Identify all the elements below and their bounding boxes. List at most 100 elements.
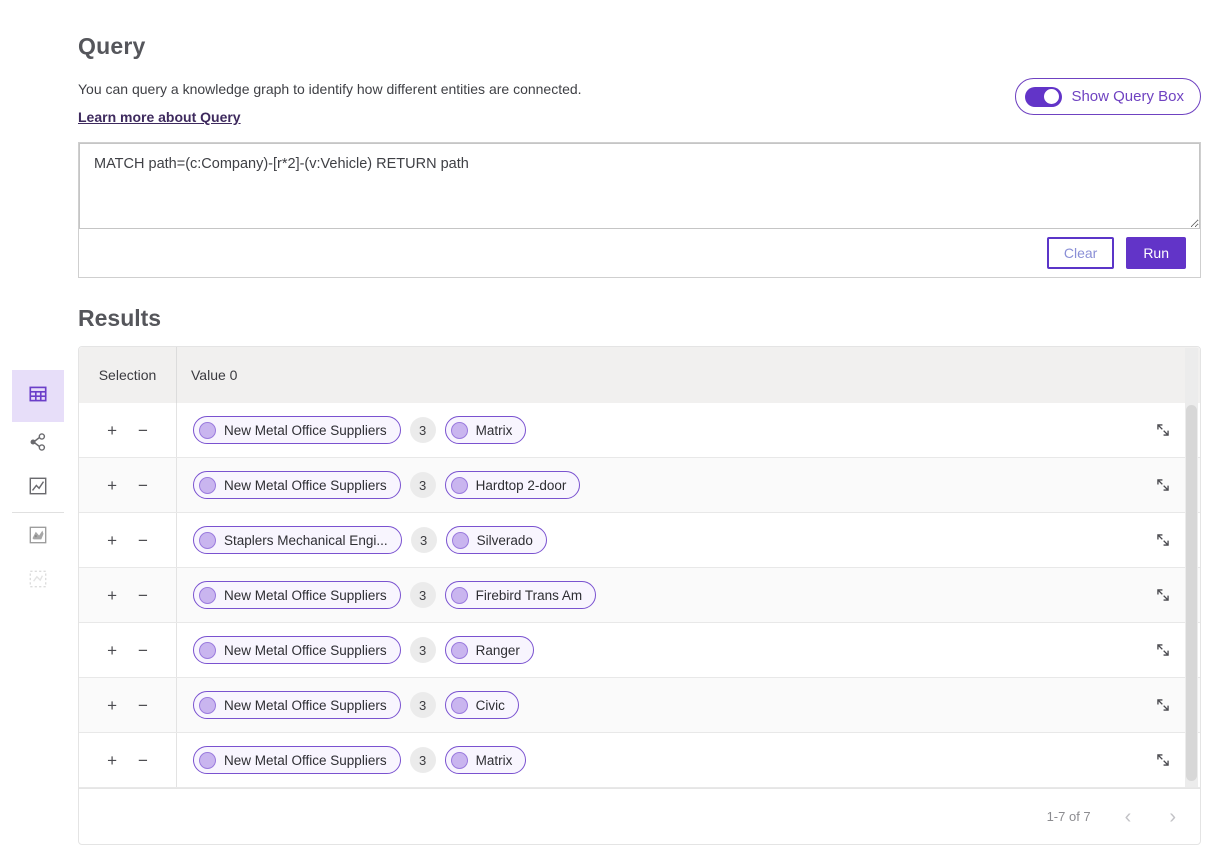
value-cell: New Metal Office Suppliers 3 Hardtop 2-d… bbox=[177, 458, 1200, 512]
node-icon bbox=[451, 697, 468, 714]
selection-cell: + − bbox=[79, 678, 177, 732]
target-entity-label: Ranger bbox=[476, 643, 520, 658]
expand-row-icon[interactable] bbox=[1154, 751, 1172, 769]
node-icon bbox=[451, 587, 468, 604]
results-table-header: Selection Value 0 bbox=[79, 347, 1200, 403]
source-entity-pill[interactable]: New Metal Office Suppliers bbox=[193, 691, 401, 719]
table-row: + − New Metal Office Suppliers 3 Ranger bbox=[79, 623, 1200, 678]
expand-row-icon[interactable] bbox=[1154, 586, 1172, 604]
remove-selection-button[interactable]: − bbox=[138, 422, 148, 439]
add-selection-button[interactable]: + bbox=[107, 642, 117, 659]
node-icon bbox=[451, 642, 468, 659]
target-entity-pill[interactable]: Civic bbox=[445, 691, 519, 719]
relationship-count-badge: 3 bbox=[410, 637, 436, 663]
scrollbar-thumb[interactable] bbox=[1186, 405, 1197, 781]
query-footer: Clear Run bbox=[79, 229, 1200, 277]
value-cell: New Metal Office Suppliers 3 Ranger bbox=[177, 623, 1200, 677]
expand-row-icon[interactable] bbox=[1154, 421, 1172, 439]
source-entity-label: New Metal Office Suppliers bbox=[224, 698, 387, 713]
remove-selection-button[interactable]: − bbox=[138, 587, 148, 604]
source-entity-pill[interactable]: New Metal Office Suppliers bbox=[193, 746, 401, 774]
target-entity-pill[interactable]: Matrix bbox=[445, 746, 527, 774]
widget-icon bbox=[27, 568, 49, 595]
target-entity-label: Matrix bbox=[476, 753, 513, 768]
add-selection-button[interactable]: + bbox=[107, 587, 117, 604]
map-icon bbox=[27, 524, 49, 551]
query-panel: Clear Run bbox=[78, 142, 1201, 278]
view-switcher-graph[interactable] bbox=[12, 422, 64, 466]
relationship-count-badge: 3 bbox=[410, 472, 436, 498]
target-entity-pill[interactable]: Ranger bbox=[445, 636, 534, 664]
source-entity-label: Staplers Mechanical Engi... bbox=[224, 533, 388, 548]
source-entity-label: New Metal Office Suppliers bbox=[224, 478, 387, 493]
node-icon bbox=[199, 587, 216, 604]
node-icon bbox=[199, 532, 216, 549]
query-input[interactable] bbox=[79, 143, 1200, 229]
previous-page-icon[interactable]: ‹ bbox=[1121, 807, 1136, 827]
source-entity-label: New Metal Office Suppliers bbox=[224, 588, 387, 603]
results-table-footer: 1-7 of 7 ‹ › bbox=[79, 788, 1200, 844]
view-switcher-rail bbox=[12, 370, 64, 603]
selection-cell: + − bbox=[79, 733, 177, 787]
source-entity-pill[interactable]: New Metal Office Suppliers bbox=[193, 416, 401, 444]
clear-button[interactable]: Clear bbox=[1047, 237, 1114, 269]
graph-icon bbox=[27, 431, 49, 458]
remove-selection-button[interactable]: − bbox=[138, 752, 148, 769]
source-entity-pill[interactable]: New Metal Office Suppliers bbox=[193, 471, 401, 499]
table-row: + − New Metal Office Suppliers 3 Firebir… bbox=[79, 568, 1200, 623]
remove-selection-button[interactable]: − bbox=[138, 697, 148, 714]
relationship-count-badge: 3 bbox=[411, 527, 437, 553]
table-row: + − New Metal Office Suppliers 3 Matrix bbox=[79, 403, 1200, 458]
expand-row-icon[interactable] bbox=[1154, 696, 1172, 714]
target-entity-label: Matrix bbox=[476, 423, 513, 438]
expand-row-icon[interactable] bbox=[1154, 531, 1172, 549]
run-button[interactable]: Run bbox=[1126, 237, 1186, 269]
source-entity-pill[interactable]: New Metal Office Suppliers bbox=[193, 581, 401, 609]
value-cell: Staplers Mechanical Engi... 3 Silverado bbox=[177, 513, 1200, 567]
source-entity-pill[interactable]: New Metal Office Suppliers bbox=[193, 636, 401, 664]
node-icon bbox=[199, 477, 216, 494]
remove-selection-button[interactable]: − bbox=[138, 477, 148, 494]
value-cell: New Metal Office Suppliers 3 Civic bbox=[177, 678, 1200, 732]
selection-cell: + − bbox=[79, 513, 177, 567]
next-page-icon[interactable]: › bbox=[1165, 807, 1180, 827]
add-selection-button[interactable]: + bbox=[107, 422, 117, 439]
expand-row-icon[interactable] bbox=[1154, 641, 1172, 659]
expand-row-icon[interactable] bbox=[1154, 476, 1172, 494]
node-icon bbox=[199, 642, 216, 659]
table-row: + − Staplers Mechanical Engi... 3 Silver… bbox=[79, 513, 1200, 568]
rail-divider bbox=[12, 512, 64, 513]
node-icon bbox=[451, 422, 468, 439]
table-scrollbar[interactable] bbox=[1185, 348, 1198, 787]
target-entity-pill[interactable]: Hardtop 2-door bbox=[445, 471, 581, 499]
target-entity-label: Silverado bbox=[477, 533, 533, 548]
add-selection-button[interactable]: + bbox=[107, 752, 117, 769]
target-entity-pill[interactable]: Silverado bbox=[446, 526, 547, 554]
column-header-value0: Value 0 bbox=[177, 367, 237, 383]
source-entity-pill[interactable]: Staplers Mechanical Engi... bbox=[193, 526, 402, 554]
target-entity-pill[interactable]: Firebird Trans Am bbox=[445, 581, 597, 609]
page-description: You can query a knowledge graph to ident… bbox=[78, 81, 1201, 97]
target-entity-label: Hardtop 2-door bbox=[476, 478, 567, 493]
view-switcher-map[interactable] bbox=[12, 515, 64, 559]
column-header-selection: Selection bbox=[79, 347, 177, 403]
remove-selection-button[interactable]: − bbox=[138, 532, 148, 549]
source-entity-label: New Metal Office Suppliers bbox=[224, 423, 387, 438]
view-switcher-table[interactable] bbox=[12, 370, 64, 422]
source-entity-label: New Metal Office Suppliers bbox=[224, 753, 387, 768]
add-selection-button[interactable]: + bbox=[107, 697, 117, 714]
selection-cell: + − bbox=[79, 568, 177, 622]
results-table-body: + − New Metal Office Suppliers 3 Matrix … bbox=[79, 403, 1200, 788]
target-entity-pill[interactable]: Matrix bbox=[445, 416, 527, 444]
add-selection-button[interactable]: + bbox=[107, 477, 117, 494]
add-selection-button[interactable]: + bbox=[107, 532, 117, 549]
view-switcher-widget bbox=[12, 559, 64, 603]
relationship-count-badge: 3 bbox=[410, 747, 436, 773]
remove-selection-button[interactable]: − bbox=[138, 642, 148, 659]
target-entity-label: Civic bbox=[476, 698, 505, 713]
view-switcher-chart[interactable] bbox=[12, 466, 64, 510]
page-title: Query bbox=[78, 33, 1201, 60]
query-page: Show Query Box Query You can query a kno… bbox=[0, 0, 1215, 857]
page-range-label: 1-7 of 7 bbox=[1047, 809, 1091, 824]
learn-more-link[interactable]: Learn more about Query bbox=[78, 109, 241, 125]
